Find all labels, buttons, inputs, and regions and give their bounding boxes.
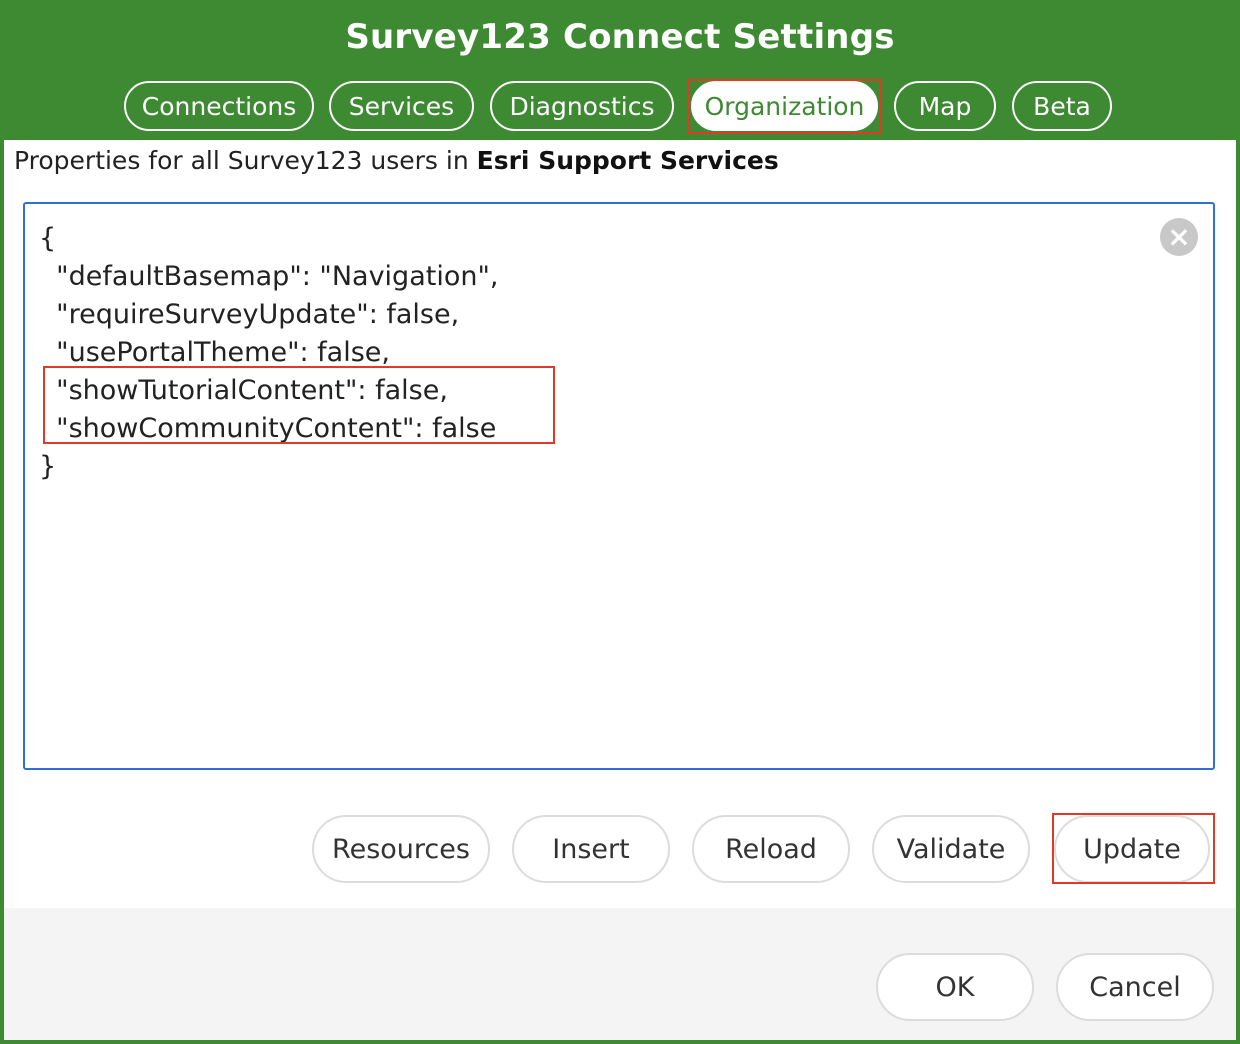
json-line: "defaultBasemap": "Navigation", [39, 261, 499, 292]
tab-map[interactable]: Map [894, 81, 996, 131]
tab-beta[interactable]: Beta [1012, 81, 1112, 131]
validate-button[interactable]: Validate [872, 815, 1030, 883]
ok-button[interactable]: OK [876, 953, 1034, 1021]
json-line: { [39, 223, 57, 254]
dialog-footer [4, 908, 1236, 1040]
json-line: "requireSurveyUpdate": false, [39, 299, 460, 330]
json-line: "showCommunityContent": false [39, 413, 497, 444]
update-button[interactable]: Update [1054, 815, 1210, 883]
resources-button[interactable]: Resources [312, 815, 490, 883]
cancel-button[interactable]: Cancel [1056, 953, 1214, 1021]
json-line: } [39, 451, 57, 482]
tab-connections[interactable]: Connections [124, 81, 314, 131]
close-circle-icon[interactable]: × [1160, 218, 1198, 256]
json-line: "usePortalTheme": false, [39, 337, 390, 368]
properties-prefix: Properties for all Survey123 users in [14, 146, 477, 175]
properties-description: Properties for all Survey123 users in Es… [14, 146, 779, 175]
json-code[interactable]: { "defaultBasemap": "Navigation", "requi… [39, 220, 498, 486]
tab-diagnostics[interactable]: Diagnostics [490, 81, 674, 131]
json-properties-editor[interactable]: { "defaultBasemap": "Navigation", "requi… [23, 202, 1215, 770]
tab-services[interactable]: Services [329, 81, 474, 131]
settings-window: Survey123 Connect Settings Connections S… [0, 0, 1240, 1044]
tab-organization[interactable]: Organization [691, 81, 878, 131]
insert-button[interactable]: Insert [512, 815, 670, 883]
organization-name: Esri Support Services [476, 146, 779, 175]
reload-button[interactable]: Reload [692, 815, 850, 883]
window-title: Survey123 Connect Settings [345, 16, 895, 57]
json-line: "showTutorialContent": false, [39, 375, 448, 406]
